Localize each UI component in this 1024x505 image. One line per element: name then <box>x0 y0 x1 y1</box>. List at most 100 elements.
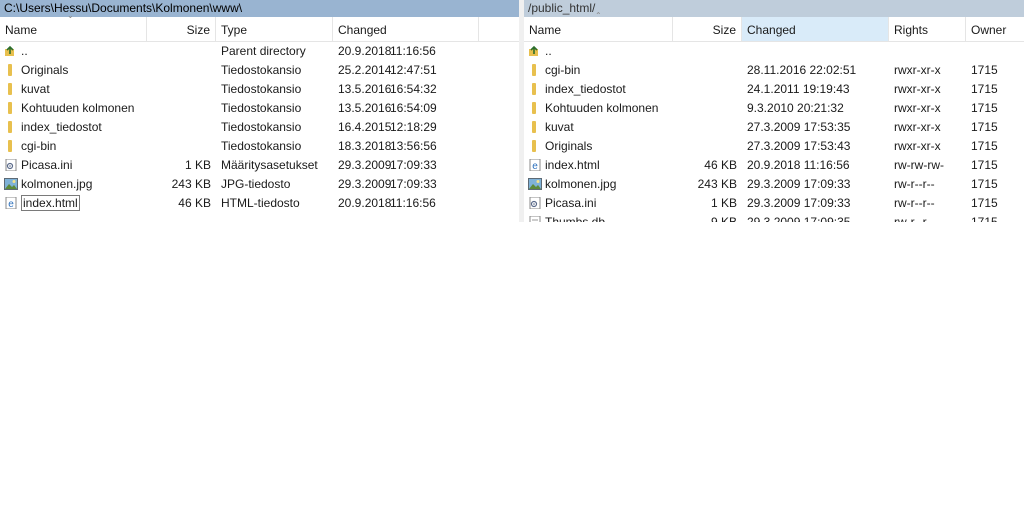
local-file-list: .. Parent directory 20.9.2018 11:16:56 Origi… <box>0 42 519 213</box>
local-path-bar[interactable]: C:\Users\Hessu\Documents\Kolmonen\www\ <box>0 0 519 17</box>
file-changed <box>742 42 889 61</box>
file-name: index.html <box>21 195 80 211</box>
file-rights: rwxr-xr-x <box>894 101 941 115</box>
file-name-cell: kuvat <box>0 80 147 99</box>
remote-panel[interactable]: /public_html/ Name ⌃ Size Changed Rights… <box>524 0 1024 222</box>
file-rights: rw-r--r-- <box>894 177 935 191</box>
file-rights: rwxr-xr-x <box>894 120 941 134</box>
local-file-row[interactable]: Kohtuuden kolmonen Tiedostokansio 13.5.201… <box>0 99 519 118</box>
remote-file-row[interactable]: e index.html 46 KB 20.9.2018 11:16:56 rw-rw-… <box>524 156 1024 175</box>
file-rights: rwxr-xr-x <box>894 139 941 153</box>
local-file-row[interactable]: cgi-bin Tiedostokansio 18.3.2018 13:56:56 <box>0 137 519 156</box>
file-name-cell: cgi-bin <box>524 61 673 80</box>
local-col-name-label: Name <box>5 23 38 37</box>
local-col-changed[interactable]: Changed <box>333 17 479 41</box>
file-rights <box>889 42 966 61</box>
file-name: cgi-bin <box>21 139 57 153</box>
local-col-name[interactable]: Name ⌄ <box>0 11 147 41</box>
remote-file-row[interactable]: Kohtuuden kolmonen 9.3.2010 20:21:32 rwxr-… <box>524 99 1024 118</box>
remote-file-row[interactable]: cgi-bin 28.11.2016 22:02:51 rwxr-xr-x 1715 <box>524 61 1024 80</box>
file-size: 9 KB <box>710 215 737 222</box>
file-name: kuvat <box>21 82 50 96</box>
file-name: Thumbs.db <box>545 215 606 222</box>
file-name-cell: Thumbs.db <box>524 213 673 222</box>
file-name: .. <box>545 44 552 58</box>
remote-col-changed[interactable]: Changed <box>742 17 889 41</box>
remote-col-name-label: Name <box>529 23 562 37</box>
local-file-row[interactable]: kolmonen.jpg 243 KB JPG-tiedosto 29.3.2009 1… <box>0 175 519 194</box>
local-file-row[interactable]: .. Parent directory 20.9.2018 11:16:56 <box>0 42 519 61</box>
local-file-row[interactable]: kuvat Tiedostokansio 13.5.2016 16:54:32 <box>0 80 519 99</box>
remote-file-row[interactable]: Originals 27.3.2009 17:53:43 rwxr-xr-x 1715 <box>524 137 1024 156</box>
folder-icon <box>8 64 12 76</box>
local-column-header: Name ⌄ Size Type Changed <box>0 11 519 42</box>
file-name-cell: index_tiedostot <box>0 118 147 137</box>
file-name: index.html <box>545 158 600 172</box>
file-name-cell: cgi-bin <box>0 137 147 156</box>
file-changed-time: 13:56:56 <box>390 139 437 153</box>
remote-file-row[interactable]: kuvat 27.3.2009 17:53:35 rwxr-xr-x 1715 <box>524 118 1024 137</box>
file-owner: 1715 <box>971 120 998 134</box>
file-type: Parent directory <box>221 44 306 58</box>
file-size <box>147 61 216 80</box>
remote-col-size[interactable]: Size <box>673 17 742 41</box>
file-type: Tiedostokansio <box>221 63 302 77</box>
remote-col-rights[interactable]: Rights <box>889 17 966 41</box>
file-changed: 9.3.2010 20:21:32 <box>747 101 844 115</box>
file-size: 1 KB <box>184 158 211 172</box>
file-owner: 1715 <box>971 63 998 77</box>
remote-file-row[interactable]: .. <box>524 42 1024 61</box>
file-name-cell: Picasa.ini <box>0 156 147 175</box>
file-owner: 1715 <box>971 215 998 222</box>
file-name: Picasa.ini <box>545 196 597 210</box>
file-changed-time: 17:09:33 <box>390 158 437 172</box>
file-name-cell: Originals <box>524 137 673 156</box>
remote-col-name[interactable]: Name ⌃ <box>524 11 673 41</box>
file-rights: rwxr-xr-x <box>894 63 941 77</box>
folder-icon <box>532 64 536 76</box>
file-name-cell: kolmonen.jpg <box>524 175 673 194</box>
file-size <box>673 137 742 156</box>
parent-dir-icon <box>528 45 542 57</box>
image-file-icon <box>528 178 542 190</box>
image-file-icon <box>4 178 18 190</box>
local-file-row[interactable]: Picasa.ini 1 KB Määritysasetukset 29.3.2009… <box>0 156 519 175</box>
remote-file-row[interactable]: kolmonen.jpg 243 KB 29.3.2009 17:09:33 rw-r… <box>524 175 1024 194</box>
remote-file-list: .. cgi-bin 28.11.2016 22:02:51 rwxr-xr-x 171… <box>524 42 1024 222</box>
file-rights: rw-r--r-- <box>894 215 935 222</box>
local-panel[interactable]: C:\Users\Hessu\Documents\Kolmonen\www\ N… <box>0 0 519 222</box>
file-name-cell: Originals <box>0 61 147 80</box>
file-changed-time: 11:16:56 <box>390 196 436 210</box>
html-file-icon: e <box>4 197 18 209</box>
remote-file-row[interactable]: index_tiedostot 24.1.2011 19:19:43 rwxr-xr… <box>524 80 1024 99</box>
file-name: index_tiedostot <box>545 82 626 96</box>
file-name-cell: e index.html <box>0 194 147 213</box>
remote-file-row[interactable]: Thumbs.db 9 KB 29.3.2009 17:09:35 rw-r--r--… <box>524 213 1024 222</box>
file-size <box>147 80 216 99</box>
file-rights: rw-rw-rw- <box>894 158 944 172</box>
folder-icon <box>8 140 12 152</box>
file-changed: 20.9.2018 11:16:56 <box>747 158 850 172</box>
folder-icon <box>8 83 12 95</box>
file-type: Tiedostokansio <box>221 82 302 96</box>
local-col-type[interactable]: Type <box>216 17 333 41</box>
file-type: Määritysasetukset <box>221 158 318 172</box>
folder-icon <box>532 102 536 114</box>
remote-col-owner[interactable]: Owner <box>966 17 1024 41</box>
local-file-row[interactable]: Originals Tiedostokansio 25.2.2014 12:47:51 <box>0 61 519 80</box>
file-size <box>147 137 216 156</box>
local-file-row[interactable]: e index.html 46 KB HTML-tiedosto 20.9.2018 11… <box>0 194 519 213</box>
local-file-row[interactable]: index_tiedostot Tiedostokansio 16.4.2015 12… <box>0 118 519 137</box>
local-col-size[interactable]: Size <box>147 17 216 41</box>
file-owner <box>966 42 1024 61</box>
file-type: HTML-tiedosto <box>221 196 300 210</box>
file-size <box>673 61 742 80</box>
file-changed: 29.3.2009 17:09:35 <box>747 215 851 222</box>
parent-dir-icon <box>4 45 18 57</box>
file-size: 243 KB <box>697 177 737 191</box>
file-size: 46 KB <box>178 196 211 210</box>
remote-file-row[interactable]: Picasa.ini 1 KB 29.3.2009 17:09:33 rw-r--r-… <box>524 194 1024 213</box>
file-name: kolmonen.jpg <box>545 177 617 191</box>
folder-icon <box>532 121 536 133</box>
remote-column-header: Name ⌃ Size Changed Rights Owner <box>524 11 1024 42</box>
